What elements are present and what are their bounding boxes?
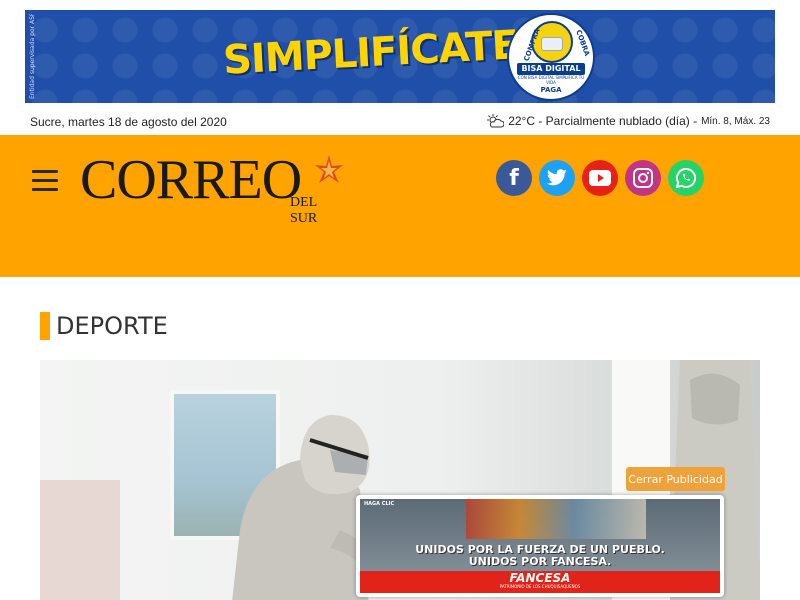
ad-brand: FANCESA <box>509 571 571 585</box>
hamburger-menu-icon[interactable] <box>32 170 58 192</box>
section-title: DEPORTE <box>40 312 168 340</box>
top-banner-ad[interactable]: Entidad supervisada por ASFI SIMPLIFÍCAT… <box>25 10 775 103</box>
partly-cloudy-icon <box>487 114 505 128</box>
facebook-icon[interactable]: f <box>496 160 532 196</box>
whatsapp-icon[interactable] <box>668 160 704 196</box>
section-accent-bar <box>40 312 50 340</box>
logo-main-text: CORREO <box>80 149 302 211</box>
close-ad-button[interactable]: Cerrar Publicidad <box>626 467 725 491</box>
instagram-icon[interactable] <box>625 160 661 196</box>
weather-text: 22°C - Parcialmente nublado (día) - <box>508 114 698 128</box>
instagram-camera-icon <box>633 168 653 188</box>
ad-brand-subtext: PATRIMONIO DE LOS CHUQUISAQUEÑOS <box>499 584 581 589</box>
info-bar: Sucre, martes 18 de agosto del 2020 22°C… <box>0 108 800 135</box>
seal-brand: BISA DIGITAL <box>517 63 585 75</box>
seal-subtext: CON BISA DIGITAL SIMPLIFICA TU VIDA <box>517 75 585 85</box>
site-logo[interactable]: CORREO DEL SUR <box>80 149 343 226</box>
ad-disclaimer: Entidad supervisada por ASFI <box>29 14 36 99</box>
section-title-text: DEPORTE <box>56 312 168 340</box>
bottom-popup-ad[interactable]: HAGA CLIC UNIDOS POR LA FUERZA DE UN PUE… <box>356 495 724 597</box>
logo-star-icon <box>315 155 343 183</box>
whatsapp-phone-icon <box>675 167 697 189</box>
bisa-digital-seal: COMPRA COBRA BISA DIGITAL CON BISA DIGIT… <box>507 13 595 101</box>
youtube-icon[interactable] <box>582 160 618 196</box>
twitter-icon[interactable] <box>539 160 575 196</box>
current-date: Sucre, martes 18 de agosto del 2020 <box>30 115 227 129</box>
weather-min-max: Mín. 8, Máx. 23 <box>701 115 770 127</box>
facebook-glyph: f <box>509 165 519 191</box>
site-header: CORREO DEL SUR f <box>0 135 800 277</box>
ad-slogan-line2: UNIDOS POR FANCESA. <box>468 555 612 568</box>
seal-word-bottom: PAGA <box>540 86 562 94</box>
ad-tag: HAGA CLIC <box>364 501 395 507</box>
weather-widget: 22°C - Parcialmente nublado (día) - Mín.… <box>486 114 770 128</box>
twitter-bird-icon <box>546 169 567 186</box>
seal-word-right: COBRA <box>574 28 592 58</box>
logo-sub-text: DEL SUR <box>290 195 318 226</box>
social-links: f <box>496 160 704 196</box>
youtube-play-icon <box>589 170 611 186</box>
cement-bags-image <box>466 499 646 539</box>
